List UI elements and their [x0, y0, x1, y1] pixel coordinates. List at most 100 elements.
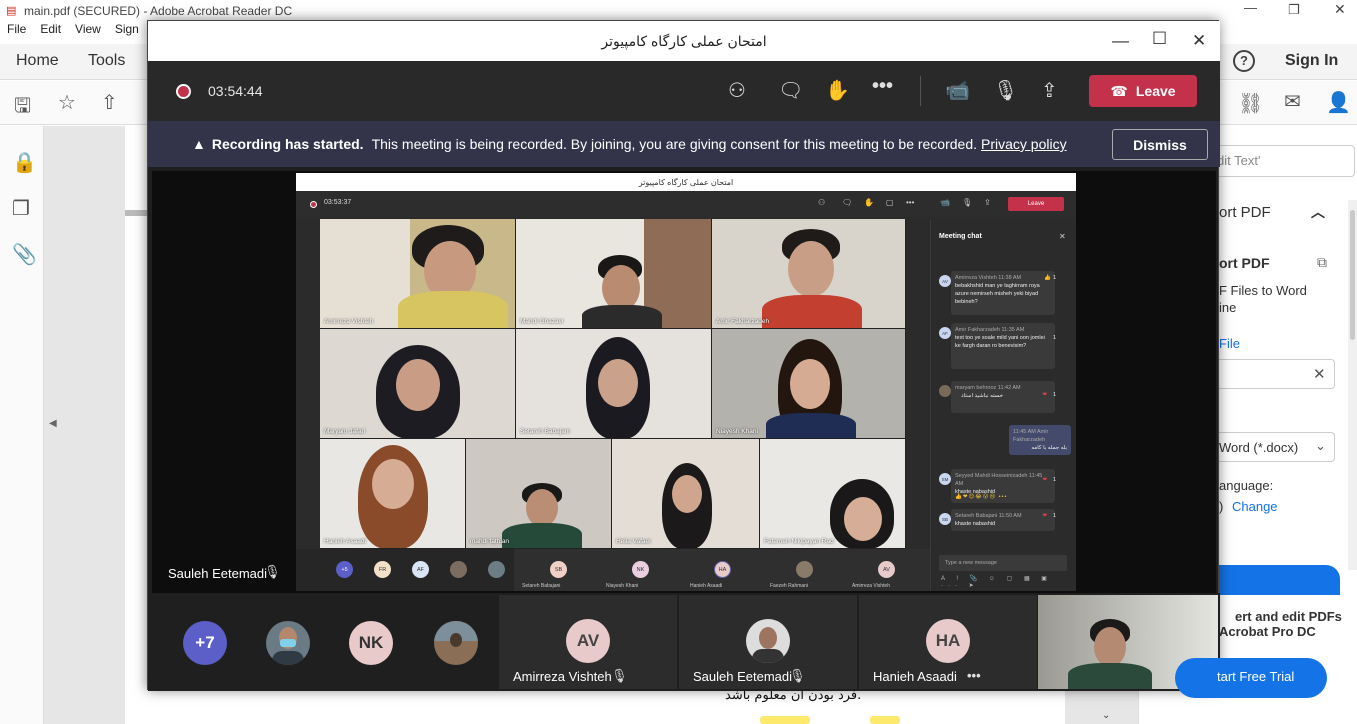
participant-photo [746, 619, 790, 663]
chevron-up-icon[interactable]: ︿ [1311, 202, 1325, 222]
upload-cloud-icon[interactable]: ⇧ [101, 90, 118, 115]
chevron-down-icon[interactable]: ⌄ [1315, 438, 1326, 454]
roster-name: Faezeh Rahmani [770, 583, 809, 589]
lock-icon[interactable]: 🔒 [12, 150, 37, 175]
chat-meta: Setareh Babajani 11:50 AM [955, 513, 1022, 519]
participant-avatar[interactable]: NK [349, 621, 393, 665]
menu-edit[interactable]: Edit [33, 22, 68, 42]
video-tile: Mahdi Ghazavi [516, 219, 712, 329]
more-options-icon[interactable]: ••• [967, 668, 981, 683]
shared-participants-icon: ⚇ [818, 198, 826, 207]
tile-name: Mahdi Ghazavi [520, 318, 564, 325]
chat-text: بله جمله با کامه [1031, 445, 1067, 451]
save-icon[interactable]: 🖫 [14, 91, 31, 125]
scroll-down-icon[interactable]: ⌄ [1102, 710, 1110, 721]
shared-title: امتحان عملی کارگاه کامپیوتر [296, 173, 1076, 191]
tile-name: Fatemeh Nikipayan Rad [764, 538, 834, 545]
roster-avatar: NK [632, 561, 649, 578]
bookmark-star-icon[interactable]: ☆ [58, 90, 76, 115]
chat-message-own: 11:45 AM Amir Fakharzadeh بله جمله با کا… [1009, 425, 1071, 455]
camera-icon[interactable]: 📹 [945, 78, 970, 103]
roster-name: Niayesh Khani [606, 583, 639, 589]
export-title: ort PDF [1219, 255, 1270, 271]
dismiss-button[interactable]: Dismiss [1112, 129, 1208, 160]
chat-meta: Amirreza Vishteh 11:38 AM [955, 275, 1022, 281]
chat-avatar [939, 385, 951, 397]
tile-name: Setareh Babajani [520, 428, 570, 435]
mic-off-icon[interactable]: 🎙 [993, 78, 1018, 103]
scrollbar-thumb[interactable] [1350, 210, 1355, 340]
chat-header: Meeting chat [939, 233, 982, 240]
shared-teams-screen: امتحان عملی کارگاه کامپیوتر 03:53:37 ⚇ 🗨… [296, 173, 1076, 591]
chat-meta: maryam behrooz 11:42 AM [955, 385, 1021, 391]
more-participants-button[interactable]: +7 [183, 621, 227, 665]
leave-button[interactable]: ☎ Leave [1089, 75, 1197, 107]
more-actions-icon[interactable]: ••• [872, 75, 893, 98]
roster-name: Hanieh Asaadi [690, 583, 723, 589]
participant-tile[interactable]: HA Hanieh Asaadi ••• [859, 595, 1037, 689]
chat-message: Amir Fakharzadeh 11:35 AM text too ye so… [951, 323, 1056, 369]
change-language-link[interactable]: Change [1232, 499, 1278, 514]
clear-icon[interactable]: ✕ [1313, 365, 1326, 383]
menu-sign[interactable]: Sign [108, 22, 146, 42]
participant-photo[interactable] [266, 621, 310, 665]
select-file-link[interactable]: File [1219, 336, 1240, 351]
mic-off-icon: 🎙 [264, 564, 281, 579]
menu-file[interactable]: File [0, 22, 33, 42]
tools-search-placeholder: dit Text' [1217, 153, 1261, 168]
chat-icon[interactable]: 🗨 [778, 78, 803, 103]
video-tile: Hanieh Asaadi [320, 439, 466, 549]
video-grid: Amirreza Vishteh Mahdi Ghazavi Amir Fakh… [320, 219, 906, 549]
reaction-count: 1 [1052, 335, 1056, 341]
chat-meta: Amir Fakharzadeh 11:35 AM [955, 327, 1025, 333]
raise-hand-icon[interactable]: ✋ [825, 78, 850, 103]
teams-meeting-window: امتحان عملی کارگاه کامپیوتر — ☐ ✕ 03:54:… [147, 20, 1220, 691]
shared-leave-button: Leave [1008, 197, 1064, 211]
link-icon[interactable]: ⛓ [1238, 91, 1263, 116]
start-free-trial-button[interactable]: tart Free Trial [1175, 658, 1327, 698]
help-icon[interactable]: ? [1233, 50, 1255, 72]
notice-heading: Recording has started. [211, 136, 364, 152]
reaction-count: 1 [1052, 513, 1056, 519]
participant-name: Sauleh Eetemadi [693, 669, 793, 684]
tab-home[interactable]: Home [16, 52, 59, 70]
roster-name: Setareh Babajani [522, 583, 561, 589]
share-screen-icon[interactable]: ⇪ [1041, 78, 1058, 103]
participant-name: Hanieh Asaadi [873, 669, 957, 684]
hang-up-icon: ☎ [1110, 82, 1128, 99]
close-icon[interactable]: ✕ [1192, 31, 1206, 51]
meeting-title: امتحان عملی کارگاه کامپیوتر [601, 32, 767, 49]
pages-icon[interactable]: ❐ [12, 196, 30, 221]
chat-avatar: AF [939, 327, 951, 339]
participant-tile[interactable]: Sauleh Eetemadi 🎙 [679, 595, 857, 689]
participants-icon[interactable]: ⚇ [728, 78, 746, 103]
teams-titlebar: امتحان عملی کارگاه کامپیوتر — ☐ ✕ [148, 21, 1220, 61]
email-icon[interactable]: ✉ [1284, 89, 1301, 114]
sign-in-link[interactable]: Sign In [1285, 52, 1338, 70]
copy-icon[interactable]: ⧉ [1317, 254, 1327, 271]
chat-avatar: AV [939, 275, 951, 287]
reaction-count: 1 [1052, 477, 1056, 483]
participant-photo[interactable] [434, 621, 478, 665]
minimize-icon[interactable]: — [1112, 31, 1129, 51]
presenter-name: Sauleh Eetemadi [168, 566, 268, 581]
participant-avatar: HA [926, 619, 970, 663]
minimize-icon[interactable]: — [1244, 0, 1257, 15]
tile-name: Niayesh Khani [716, 428, 758, 435]
participant-strip: +7 NK AV Amirreza Vishteh 🎙 Sauleh Eetem… [148, 593, 1220, 691]
collapse-left-icon[interactable]: ◀ [49, 418, 57, 429]
close-icon[interactable]: ✕ [1334, 1, 1346, 18]
emoji-reactions-icon: 👍❤😊😂😮😢 ••• [955, 494, 1008, 500]
meeting-chat-panel: Meeting chat ✕ AV Amirreza Vishteh 11:38… [930, 219, 1076, 591]
privacy-policy-link[interactable]: Privacy policy [981, 136, 1067, 152]
add-user-icon[interactable]: 👤 [1326, 90, 1351, 115]
tab-tools[interactable]: Tools [88, 52, 125, 70]
menu-view[interactable]: View [68, 22, 108, 42]
warning-icon: ▲ [192, 136, 206, 152]
participant-tile[interactable]: AV Amirreza Vishteh 🎙 [499, 595, 677, 689]
restore-icon[interactable]: ❐ [1288, 2, 1300, 18]
attachment-icon[interactable]: 📎 [12, 242, 37, 267]
acrobat-window-title: main.pdf (SECURED) - Adobe Acrobat Reade… [24, 4, 293, 18]
maximize-icon[interactable]: ☐ [1152, 29, 1167, 49]
video-tile: Amirreza Vishteh [320, 219, 516, 329]
